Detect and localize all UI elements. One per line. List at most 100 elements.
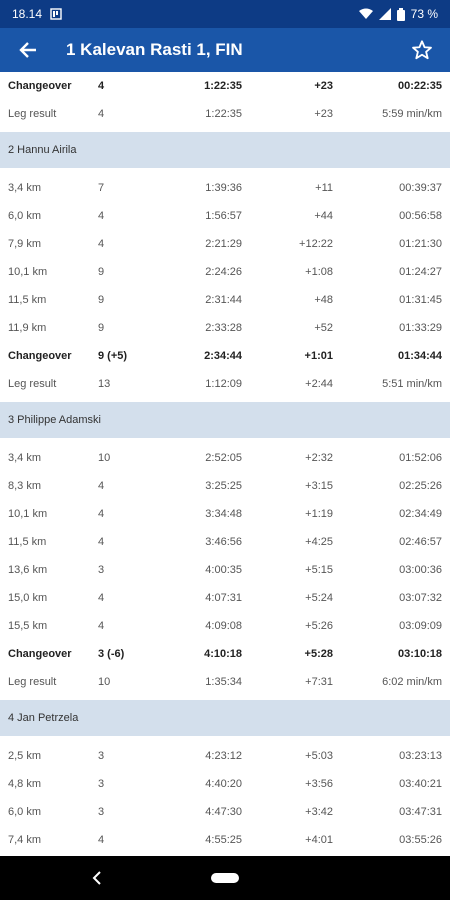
position: 4 [98, 210, 105, 222]
time-behind: +12:22 [299, 238, 333, 250]
position: 4 [98, 238, 105, 250]
nav-back-icon[interactable] [88, 868, 106, 888]
position: 9 (+5) [98, 350, 128, 362]
split-label: 15,5 km [8, 620, 48, 632]
notification-icon [50, 8, 62, 20]
split-label: 6,0 km [8, 806, 42, 818]
time-behind: +5:24 [305, 592, 333, 604]
elapsed-time: 1:22:35 [204, 80, 242, 92]
time-behind: +3:56 [305, 778, 333, 790]
app-bar: 1 Kalevan Rasti 1, FIN [0, 28, 450, 72]
position: 3 [98, 806, 105, 818]
elapsed-time: 3:25:25 [205, 480, 242, 492]
split-time: 01:31:45 [399, 294, 442, 306]
time-behind: +2:32 [305, 452, 333, 464]
time-behind: +3:42 [305, 806, 333, 818]
time-behind: +5:28 [304, 648, 333, 660]
position: 13 [98, 378, 111, 390]
split-label: 10,1 km [8, 508, 48, 520]
result-row: 7,9 km 4 2:21:29 +12:22 01:21:30 [0, 230, 450, 258]
split-time: 03:00:36 [399, 564, 442, 576]
split-time: 02:34:49 [399, 508, 442, 520]
elapsed-time: 4:09:08 [205, 620, 242, 632]
split-time: 01:24:27 [399, 266, 442, 278]
status-bar: 18.14 73 % [0, 0, 450, 28]
result-row: 10,1 km 9 2:24:26 +1:08 01:24:27 [0, 258, 450, 286]
result-row: Leg result 4 1:22:35 +23 5:59 min/km [0, 100, 450, 128]
split-label: 3,4 km [8, 182, 42, 194]
wifi-icon [358, 8, 373, 20]
time-behind: +44 [314, 210, 333, 222]
split-label: 15,0 km [8, 592, 48, 604]
split-label: 4,8 km [8, 778, 42, 790]
split-label: 7,4 km [8, 834, 42, 846]
nav-home-pill[interactable] [211, 873, 239, 883]
split-time: 03:07:32 [399, 592, 442, 604]
page-title: 1 Kalevan Rasti 1, FIN [66, 40, 243, 59]
result-row: Changeover 3 (-6) 4:10:18 +5:28 03:10:18 [0, 640, 450, 668]
signal-icon [378, 8, 391, 20]
elapsed-time: 2:34:44 [204, 350, 242, 362]
elapsed-time: 4:40:20 [205, 778, 242, 790]
result-row: 6,0 km 4 1:56:57 +44 00:56:58 [0, 202, 450, 230]
battery-percent: 73 % [410, 7, 438, 21]
section-header: 3 Philippe Adamski [0, 402, 450, 438]
result-row: 15,5 km 4 4:09:08 +5:26 03:09:09 [0, 612, 450, 640]
elapsed-time: 4:47:30 [205, 806, 242, 818]
back-arrow-icon[interactable] [14, 36, 42, 64]
results-list[interactable]: Changeover 4 1:22:35 +23 00:22:35 Leg result 4… [0, 72, 450, 856]
split-time: 02:46:57 [399, 536, 442, 548]
time-behind: +3:15 [305, 480, 333, 492]
elapsed-time: 4:07:31 [205, 592, 242, 604]
result-row: Changeover 4 1:22:35 +23 00:22:35 [0, 72, 450, 100]
elapsed-time: 1:56:57 [205, 210, 242, 222]
section-header: 4 Jan Petrzela [0, 700, 450, 736]
elapsed-time: 2:31:44 [205, 294, 242, 306]
elapsed-time: 4:55:25 [205, 834, 242, 846]
elapsed-time: 1:39:36 [205, 182, 242, 194]
position: 3 [98, 778, 105, 790]
position: 3 [98, 750, 105, 762]
split-time: 00:56:58 [399, 210, 442, 222]
elapsed-time: 3:34:48 [205, 508, 242, 520]
result-row: 3,4 km 10 2:52:05 +2:32 01:52:06 [0, 444, 450, 472]
time-behind: +48 [314, 294, 333, 306]
position: 7 [98, 182, 105, 194]
time-behind: +5:26 [305, 620, 333, 632]
elapsed-time: 2:52:05 [205, 452, 242, 464]
position: 10 [98, 676, 111, 688]
status-time: 18.14 [12, 7, 43, 21]
split-label: Leg result [8, 378, 57, 390]
position: 4 [98, 480, 105, 492]
position: 4 [98, 108, 105, 120]
result-row: 13,6 km 3 4:00:35 +5:15 03:00:36 [0, 556, 450, 584]
position: 4 [98, 508, 105, 520]
battery-icon [396, 7, 405, 21]
favorite-star-icon[interactable] [408, 36, 436, 64]
split-time: 03:23:13 [399, 750, 442, 762]
split-label: 11,5 km [8, 536, 47, 548]
time-behind: +4:01 [305, 834, 333, 846]
elapsed-time: 1:35:34 [205, 676, 242, 688]
split-time: 02:25:26 [399, 480, 442, 492]
split-label: 11,9 km [8, 322, 47, 334]
elapsed-time: 2:21:29 [205, 238, 242, 250]
time-behind: +11 [315, 182, 333, 194]
split-time: 6:02 min/km [382, 676, 442, 688]
result-row: 8,3 km 4 3:25:25 +3:15 02:25:26 [0, 472, 450, 500]
time-behind: +23 [314, 108, 333, 120]
position: 4 [98, 620, 105, 632]
result-row: 4,8 km 3 4:40:20 +3:56 03:40:21 [0, 770, 450, 798]
result-row: Changeover 9 (+5) 2:34:44 +1:01 01:34:44 [0, 342, 450, 370]
time-behind: +1:01 [304, 350, 333, 362]
split-label: 3,4 km [8, 452, 42, 464]
result-row: 3,4 km 7 1:39:36 +11 00:39:37 [0, 174, 450, 202]
split-time: 00:39:37 [399, 182, 442, 194]
split-time: 03:10:18 [397, 648, 442, 660]
split-time: 5:59 min/km [382, 108, 442, 120]
split-label: 6,0 km [8, 210, 42, 222]
split-time: 01:21:30 [399, 238, 442, 250]
elapsed-time: 4:23:12 [205, 750, 242, 762]
position: 9 [98, 294, 105, 306]
split-time: 03:09:09 [399, 620, 442, 632]
